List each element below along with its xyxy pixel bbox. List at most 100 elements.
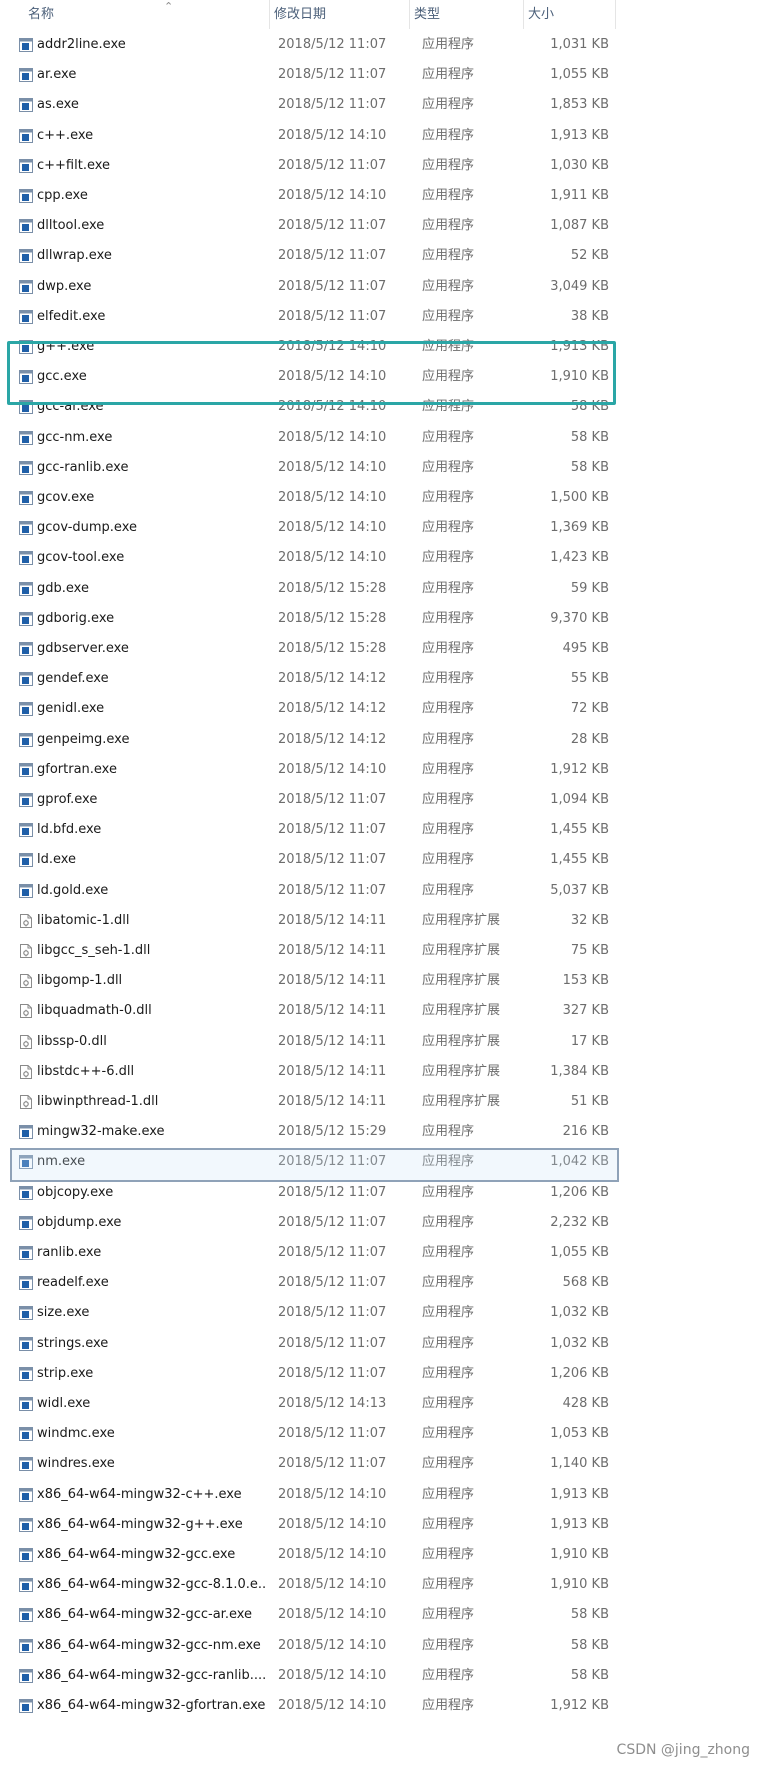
file-modified-date: 2018/5/12 14:11 — [278, 912, 387, 928]
exe-icon — [19, 1245, 33, 1260]
file-row[interactable]: size.exe 2018/5/12 11:07 应用程序 1,032 KB — [0, 1297, 616, 1328]
file-row[interactable]: libgcc_s_seh-1.dll 2018/5/12 14:11 应用程序扩展 7… — [0, 935, 616, 966]
file-row[interactable]: gdb.exe 2018/5/12 15:28 应用程序 59 KB — [0, 573, 616, 604]
file-row[interactable]: gprof.exe 2018/5/12 11:07 应用程序 1,094 KB — [0, 784, 616, 815]
file-name: gcov-dump.exe — [37, 520, 137, 536]
file-row[interactable]: x86_64-w64-mingw32-c++.exe 2018/5/12 14:1… — [0, 1479, 616, 1510]
file-row[interactable]: gcc.exe 2018/5/12 14:10 应用程序 1,910 KB — [0, 361, 616, 392]
file-row[interactable]: gcc-nm.exe 2018/5/12 14:10 应用程序 58 KB — [0, 422, 616, 453]
column-header-size[interactable]: 大小 — [524, 0, 616, 29]
file-row[interactable]: windmc.exe 2018/5/12 11:07 应用程序 1,053 KB — [0, 1418, 616, 1449]
file-row[interactable]: libquadmath-0.dll 2018/5/12 14:11 应用程序扩展 32… — [0, 995, 616, 1026]
file-modified-date: 2018/5/12 14:10 — [278, 520, 387, 536]
file-row[interactable]: g++.exe 2018/5/12 14:10 应用程序 1,913 KB — [0, 331, 616, 362]
file-row[interactable]: x86_64-w64-mingw32-gcc-ar.exe 2018/5/12 1… — [0, 1599, 616, 1630]
file-row[interactable]: addr2line.exe 2018/5/12 11:07 应用程序 1,031 KB — [0, 29, 616, 60]
file-row[interactable]: dllwrap.exe 2018/5/12 11:07 应用程序 52 KB — [0, 240, 616, 271]
file-row[interactable]: gdborig.exe 2018/5/12 15:28 应用程序 9,370 KB — [0, 603, 616, 634]
file-row[interactable]: dlltool.exe 2018/5/12 11:07 应用程序 1,087 KB — [0, 210, 616, 241]
file-row[interactable]: widl.exe 2018/5/12 14:13 应用程序 428 KB — [0, 1388, 616, 1419]
file-row[interactable]: libssp-0.dll 2018/5/12 14:11 应用程序扩展 17 KB — [0, 1026, 616, 1057]
file-type: 应用程序 — [422, 1214, 475, 1230]
exe-icon — [19, 641, 33, 656]
file-row[interactable]: gcc-ar.exe 2018/5/12 14:10 应用程序 58 KB — [0, 391, 616, 422]
file-row[interactable]: x86_64-w64-mingw32-gcc-ranlib.... 2018/5/… — [0, 1660, 616, 1691]
exe-icon — [19, 1154, 33, 1170]
file-row[interactable]: gcov.exe 2018/5/12 14:10 应用程序 1,500 KB — [0, 482, 616, 513]
file-row[interactable]: ar.exe 2018/5/12 11:07 应用程序 1,055 KB — [0, 59, 616, 90]
file-modified-date: 2018/5/12 14:11 — [278, 973, 387, 989]
column-header-type[interactable]: 类型 — [410, 0, 524, 29]
file-row[interactable]: x86_64-w64-mingw32-gfortran.exe 2018/5/12… — [0, 1690, 616, 1721]
file-row[interactable]: readelf.exe 2018/5/12 11:07 应用程序 568 KB — [0, 1267, 616, 1298]
exe-icon — [19, 581, 33, 596]
file-name: gdborig.exe — [37, 610, 115, 626]
file-row[interactable]: windres.exe 2018/5/12 11:07 应用程序 1,140 KB — [0, 1448, 616, 1479]
file-row[interactable]: libgomp-1.dll 2018/5/12 14:11 应用程序扩展 153 KB — [0, 965, 616, 996]
file-row[interactable]: libatomic-1.dll 2018/5/12 14:11 应用程序扩展 32 K… — [0, 905, 616, 936]
exe-icon — [19, 852, 33, 868]
file-row[interactable]: c++filt.exe 2018/5/12 11:07 应用程序 1,030 KB — [0, 150, 616, 181]
file-type: 应用程序 — [422, 641, 475, 656]
file-row[interactable]: gcc-ranlib.exe 2018/5/12 14:10 应用程序 58 KB — [0, 452, 616, 483]
file-row[interactable]: strings.exe 2018/5/12 11:07 应用程序 1,032 KB — [0, 1328, 616, 1359]
file-type: 应用程序 — [422, 1184, 475, 1200]
file-size: 1,140 KB — [550, 1456, 609, 1472]
file-modified-date: 2018/5/12 14:10 — [278, 399, 387, 415]
file-type: 应用程序 — [422, 1456, 475, 1472]
file-row[interactable]: ld.bfd.exe 2018/5/12 11:07 应用程序 1,455 KB — [0, 814, 616, 845]
file-row[interactable]: ranlib.exe 2018/5/12 11:07 应用程序 1,055 KB — [0, 1237, 616, 1268]
file-modified-date: 2018/5/12 14:10 — [278, 188, 387, 203]
file-type: 应用程序 — [422, 1607, 475, 1623]
file-name: strip.exe — [37, 1365, 94, 1381]
file-row[interactable]: ld.gold.exe 2018/5/12 11:07 应用程序 5,037 KB — [0, 875, 616, 906]
file-row[interactable]: libwinpthread-1.dll 2018/5/12 14:11 应用程序扩展… — [0, 1086, 616, 1117]
file-row[interactable]: objdump.exe 2018/5/12 11:07 应用程序 2,232 KB — [0, 1207, 616, 1238]
file-name: libgomp-1.dll — [37, 973, 123, 989]
file-name: x86_64-w64-mingw32-gcc-ar.exe — [37, 1607, 253, 1623]
exe-icon — [19, 158, 33, 173]
file-size: 52 KB — [570, 248, 609, 264]
file-row[interactable]: gcov-dump.exe 2018/5/12 14:10 应用程序 1,369 KB — [0, 512, 616, 543]
file-row[interactable]: gcov-tool.exe 2018/5/12 14:10 应用程序 1,423 KB — [0, 542, 616, 573]
column-header-name[interactable]: ⌃ 名称 — [24, 0, 270, 29]
file-name: readelf.exe — [37, 1275, 109, 1291]
file-row[interactable]: x86_64-w64-mingw32-gcc-nm.exe 2018/5/12 1… — [0, 1630, 616, 1661]
file-row[interactable]: mingw32-make.exe 2018/5/12 15:29 应用程序 216 K… — [0, 1116, 616, 1147]
file-row[interactable]: genpeimg.exe 2018/5/12 14:12 应用程序 28 KB — [0, 724, 616, 755]
file-name: genpeimg.exe — [37, 731, 130, 747]
file-modified-date: 2018/5/12 14:10 — [278, 1547, 387, 1562]
file-row[interactable]: as.exe 2018/5/12 11:07 应用程序 1,853 KB — [0, 89, 616, 120]
file-row[interactable]: x86_64-w64-mingw32-gcc-8.1.0.e... 2018/5/… — [0, 1569, 616, 1600]
file-row[interactable]: elfedit.exe 2018/5/12 11:07 应用程序 38 KB — [0, 301, 616, 332]
file-row[interactable]: gdbserver.exe 2018/5/12 15:28 应用程序 495 KB — [0, 633, 616, 664]
file-row[interactable]: gendef.exe 2018/5/12 14:12 应用程序 55 KB — [0, 663, 616, 694]
file-row[interactable]: c++.exe 2018/5/12 14:10 应用程序 1,913 KB — [0, 120, 616, 151]
column-header-date[interactable]: 修改日期 — [270, 0, 410, 29]
file-type: 应用程序 — [422, 188, 475, 203]
file-row[interactable]: ld.exe 2018/5/12 11:07 应用程序 1,455 KB — [0, 844, 616, 875]
file-row[interactable]: nm.exe 2018/5/12 11:07 应用程序 1,042 KB — [0, 1146, 616, 1177]
file-modified-date: 2018/5/12 11:07 — [278, 37, 387, 52]
file-row[interactable]: gfortran.exe 2018/5/12 14:10 应用程序 1,912 KB — [0, 754, 616, 785]
file-type: 应用程序 — [422, 1637, 475, 1653]
file-row[interactable]: x86_64-w64-mingw32-g++.exe 2018/5/12 14:1… — [0, 1509, 616, 1540]
exe-icon — [19, 1275, 33, 1291]
file-row[interactable]: libstdc++-6.dll 2018/5/12 14:11 应用程序扩展 1,38… — [0, 1056, 616, 1087]
file-modified-date: 2018/5/12 11:07 — [278, 822, 387, 838]
file-name: objdump.exe — [37, 1214, 122, 1230]
file-row[interactable]: strip.exe 2018/5/12 11:07 应用程序 1,206 KB — [0, 1358, 616, 1389]
file-type: 应用程序 — [422, 822, 475, 838]
file-name: mingw32-make.exe — [37, 1124, 165, 1140]
exe-icon — [19, 1305, 33, 1321]
file-name: gendef.exe — [37, 671, 109, 687]
file-name: c++filt.exe — [37, 157, 111, 173]
file-size: 1,913 KB — [550, 339, 609, 354]
file-row[interactable]: x86_64-w64-mingw32-gcc.exe 2018/5/12 14:1… — [0, 1539, 616, 1570]
file-type: 应用程序 — [422, 1698, 475, 1713]
file-row[interactable]: cpp.exe 2018/5/12 14:10 应用程序 1,911 KB — [0, 180, 616, 211]
file-row[interactable]: dwp.exe 2018/5/12 11:07 应用程序 3,049 KB — [0, 271, 616, 302]
file-row[interactable]: genidl.exe 2018/5/12 14:12 应用程序 72 KB — [0, 693, 616, 724]
file-row[interactable]: objcopy.exe 2018/5/12 11:07 应用程序 1,206 KB — [0, 1177, 616, 1208]
file-size: 1,369 KB — [550, 520, 609, 536]
